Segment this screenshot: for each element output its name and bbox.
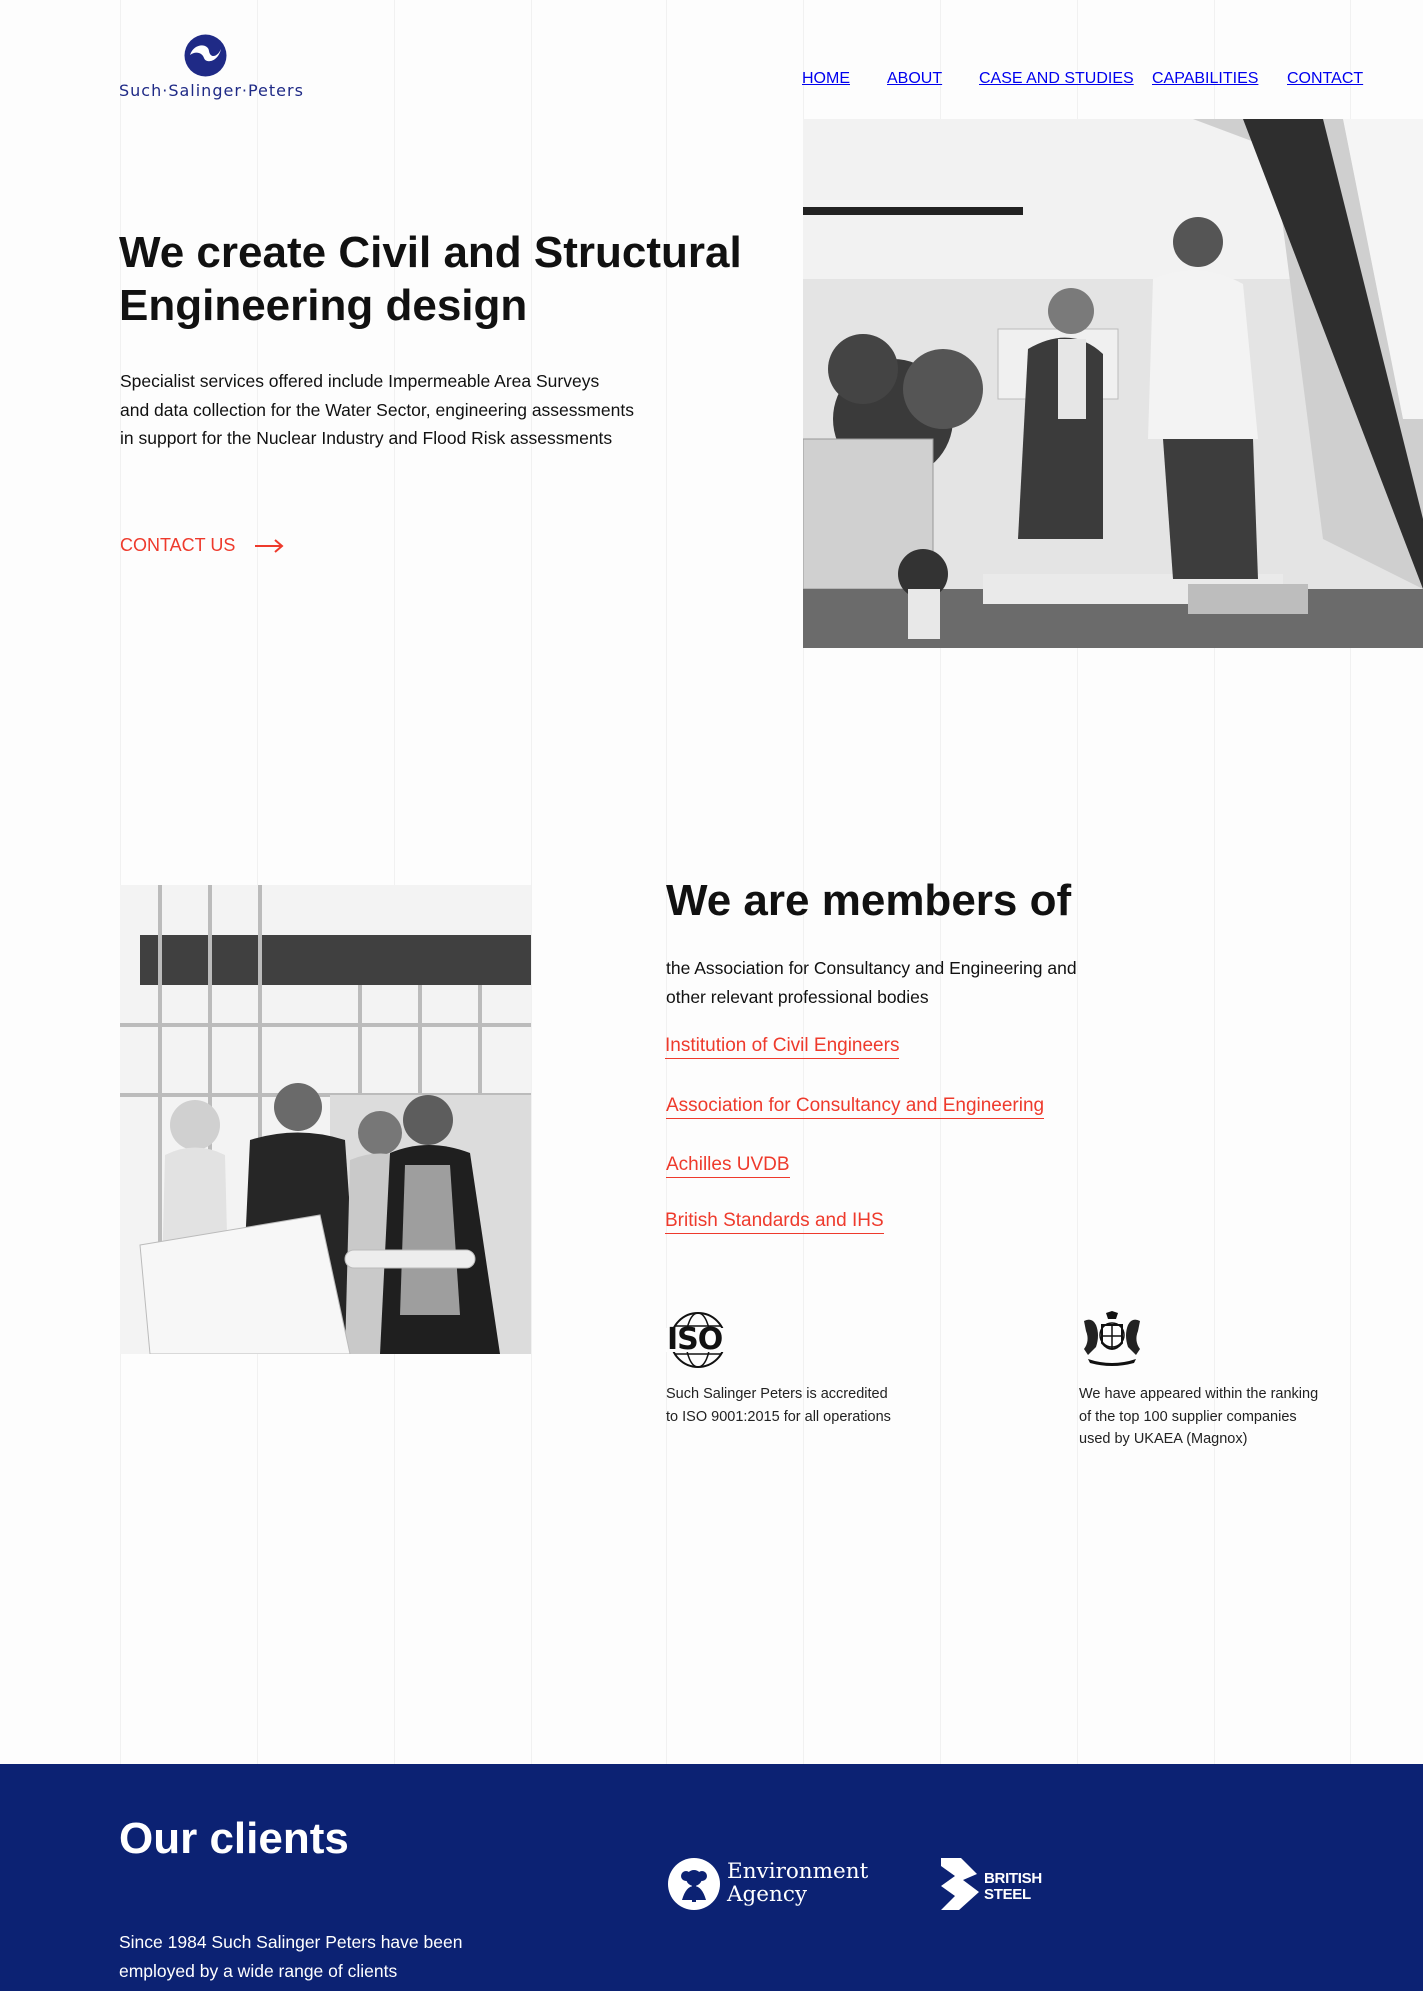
team-photo-illustration [120,885,531,1354]
hero-title-line: We create Civil and Structural [119,228,742,277]
coat-of-arms-icon [1084,1311,1140,1366]
hero-description-line: in support for the Nuclear Industry and … [120,428,613,448]
bs-wordmark-line: BRITISH [984,1870,1042,1887]
royal-coat-of-arms-icon [1078,1311,1146,1369]
environment-agency-logo: Environment Agency [666,1856,871,1914]
british-steel-wordmark: BRITISH STEEL [984,1871,1042,1903]
logo-mark-icon [184,34,227,77]
contact-us-link[interactable]: CONTACT US [120,535,284,556]
hero-description-line: Specialist services offered include Impe… [120,371,600,391]
hero-description-line: and data collection for the Water Sector… [120,399,634,420]
hero-title: We create Civil and Structural Engineeri… [119,226,799,332]
ukaea-ranking-text: We have appeared within the ranking of t… [1079,1383,1349,1451]
nav-about[interactable]: ABOUT [887,70,942,90]
iso-text-line: Such Salinger Peters is accredited [666,1386,888,1402]
british-steel-emblem-icon [941,1858,979,1910]
ukaea-text-line: of the top 100 supplier companies [1079,1408,1297,1425]
clients-description-line: Since 1984 Such Salinger Peters have bee… [119,1932,463,1952]
link-association-for-consultancy-and-engineering[interactable]: Association for Consultancy and Engineer… [666,1095,1045,1119]
british-steel-logo: BRITISH STEEL [939,1856,1059,1914]
clients-section: Our clients Since 1984 Such Salinger Pet… [0,1764,1423,1991]
clients-description: Since 1984 Such Salinger Peters have bee… [119,1928,539,1985]
members-description: the Association for Consultancy and Engi… [666,954,1136,1011]
environment-agency-emblem-icon [668,1858,720,1910]
iso-logo: ISO [665,1311,735,1369]
iso-logo-text: ISO [667,1322,723,1357]
hero-office-photo [803,119,1423,648]
ukaea-text-line: used by UKAEA (Magnox) [1079,1431,1248,1447]
ea-wordmark-line: Agency [727,1882,808,1907]
clients-title: Our clients [119,1814,349,1863]
members-description-line: other relevant professional bodies [666,986,929,1007]
link-achilles-uvdb[interactable]: Achilles UVDB [666,1154,790,1178]
hero-photo-illustration [803,119,1423,648]
brand-name: Such·Salinger·Peters [119,81,304,100]
iso-text-line: to ISO 9001:2015 for all operations [666,1408,891,1425]
iso-accreditation-text: Such Salinger Peters is accredited to IS… [666,1383,936,1428]
environment-agency-wordmark: Environment Agency [727,1860,868,1906]
brand-logo[interactable]: Such·Salinger·Peters [119,34,303,106]
members-title: We are members of [666,876,1072,925]
nav-contact[interactable]: CONTACT [1287,70,1363,90]
nav-capabilities[interactable]: CAPABILITIES [1152,70,1258,90]
link-institution-of-civil-engineers[interactable]: Institution of Civil Engineers [665,1035,900,1059]
hero-title-line: Engineering design [119,281,528,330]
nav-home[interactable]: HOME [802,70,850,90]
ukaea-text-line: We have appeared within the ranking [1079,1386,1319,1402]
ea-wordmark-line: Environment [727,1859,869,1884]
clients-description-line: employed by a wide range of clients [119,1960,398,1981]
contact-us-label: CONTACT US [120,535,236,555]
link-british-standards-and-ihs[interactable]: British Standards and IHS [665,1210,884,1234]
nav-case-and-studies[interactable]: CASE AND STUDIES [979,70,1134,90]
hero-description: Specialist services offered include Impe… [120,367,680,453]
team-photo [120,885,531,1354]
arrow-right-icon [255,538,284,553]
members-description-line: the Association for Consultancy and Engi… [666,958,1077,978]
bs-wordmark-line: STEEL [984,1886,1031,1903]
